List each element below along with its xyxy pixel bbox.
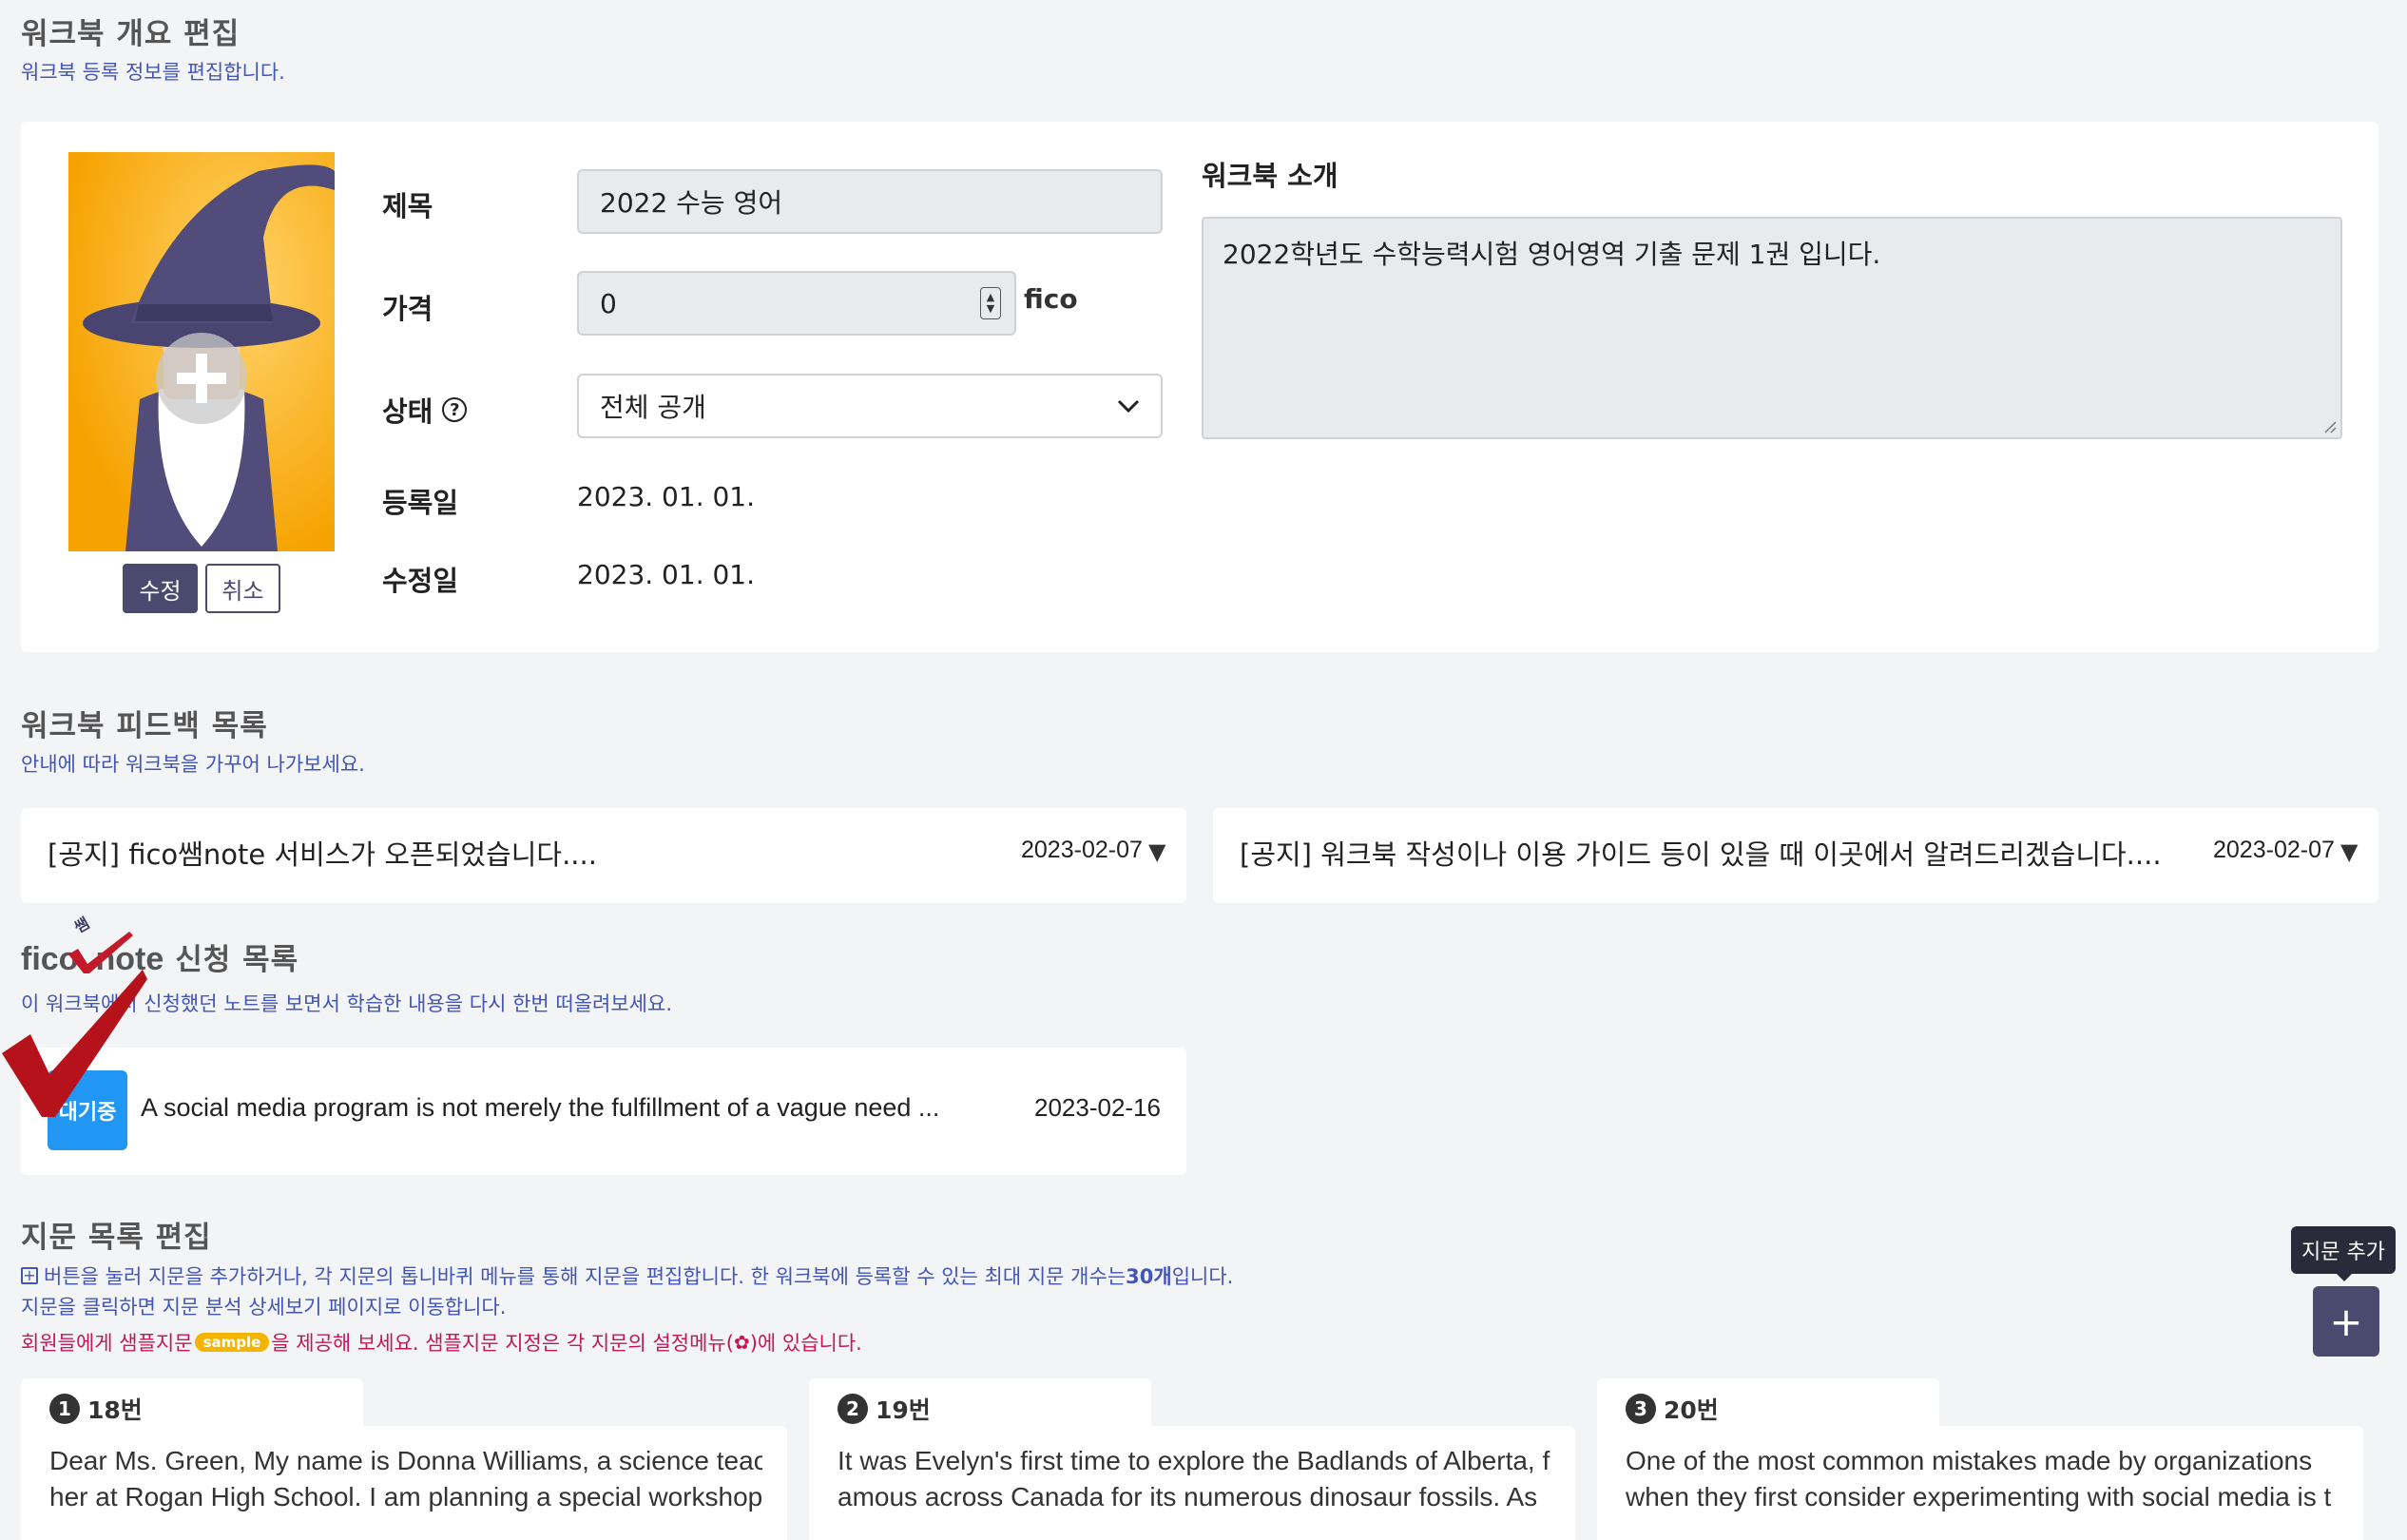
note-date: 2023-02-16 xyxy=(1034,1093,1161,1122)
registered-value: 2023. 01. 01. xyxy=(577,481,756,512)
passage-line: amous across Canada for its numerous din… xyxy=(838,1482,1538,1511)
passages-desc-3: 회원들에게 샘플지문 sample 을 제공해 보세요. 샘플지문 지정은 각 … xyxy=(21,1328,862,1357)
edit-image-button[interactable]: 수정 xyxy=(123,564,198,613)
modified-label: 수정일 xyxy=(382,565,459,597)
resize-handle-icon[interactable] xyxy=(2321,418,2337,433)
title-input[interactable]: 2022 수능 영어 xyxy=(577,169,1163,234)
desc1-bold: 30개 xyxy=(1126,1265,1172,1288)
intro-textarea[interactable]: 2022학년도 수학능력시험 영어영역 기출 문제 1권 입니다. xyxy=(1202,217,2342,439)
passage-preview[interactable]: One of the most common mistakes made by … xyxy=(1626,1443,2339,1515)
modified-value: 2023. 01. 01. xyxy=(577,559,756,590)
number-circle-icon: 1 xyxy=(49,1394,80,1424)
overview-title: 워크북 개요 편집 xyxy=(21,17,241,51)
passages-desc-1: + 버튼을 눌러 지문을 추가하거나, 각 지문의 톱니바퀴 메뉴를 통해 지문… xyxy=(21,1261,1233,1290)
expand-triangle-icon[interactable]: ▼ xyxy=(2340,838,2358,865)
passages-title: 지문 목록 편집 xyxy=(21,1221,212,1255)
passages-desc-2: 지문을 클릭하면 지문 분석 상세보기 페이지로 이동합니다. xyxy=(21,1296,507,1319)
passage-line: One of the most common mistakes made by … xyxy=(1626,1446,2313,1475)
note-item[interactable]: 대기중 A social media program is not merely… xyxy=(21,1048,1186,1175)
passage-line: It was Evelyn's first time to explore th… xyxy=(838,1446,1550,1475)
status-select[interactable]: 전체 공개 xyxy=(577,374,1163,438)
price-input[interactable]: 0 ▲ ▼ xyxy=(577,271,1016,336)
passage-preview[interactable]: Dear Ms. Green, My name is Donna William… xyxy=(49,1443,762,1515)
tooltip-arrow xyxy=(2337,1274,2352,1281)
chevron-down-icon xyxy=(1117,399,1140,414)
price-label: 가격 xyxy=(382,293,433,325)
number-circle-icon: 3 xyxy=(1626,1394,1656,1424)
registered-label: 등록일 xyxy=(382,487,459,519)
feedback-title: 워크북 피드백 목록 xyxy=(21,709,268,743)
note-text: A social media program is not merely the… xyxy=(141,1093,940,1122)
desc3-post: )에 있습니다. xyxy=(749,1332,862,1355)
price-value: 0 xyxy=(600,287,617,319)
passage-number: 20번 xyxy=(1664,1396,1719,1424)
sample-badge: sample xyxy=(194,1333,270,1352)
wizard-illustration xyxy=(68,152,335,551)
number-circle-icon: 2 xyxy=(838,1394,868,1424)
gear-icon: ✿ xyxy=(733,1331,750,1354)
desc3-text: 회원들에게 샘플지문 xyxy=(21,1332,193,1355)
passage-line: her at Rogan High School. I am planning … xyxy=(49,1482,762,1511)
intro-text: 2022학년도 수학능력시험 영어영역 기출 문제 1권 입니다. xyxy=(1223,239,1881,270)
desc1-post: 입니다. xyxy=(1171,1265,1234,1288)
passage-number: 19번 xyxy=(876,1396,931,1424)
feedback-date: 2023-02-07 xyxy=(1021,837,1143,863)
feedback-subtitle: 안내에 따라 워크북을 가꾸어 나가보세요. xyxy=(21,753,365,776)
passage-header: 2 19번 xyxy=(838,1392,931,1426)
desc3-mid: 을 제공해 보세요. 샘플지문 지정은 각 지문의 설정메뉴( xyxy=(271,1332,734,1355)
add-passage-tooltip: 지문 추가 xyxy=(2291,1226,2396,1274)
feedback-date: 2023-02-07 xyxy=(2213,837,2335,863)
passage-preview[interactable]: It was Evelyn's first time to explore th… xyxy=(838,1443,1550,1515)
passage-header: 3 20번 xyxy=(1626,1392,1719,1426)
intro-label: 워크북 소개 xyxy=(1202,160,1338,192)
overview-subtitle: 워크북 등록 정보를 편집합니다. xyxy=(21,61,285,84)
add-passage-button[interactable]: + xyxy=(2313,1286,2379,1357)
title-label: 제목 xyxy=(382,190,433,222)
passage-header: 1 18번 xyxy=(49,1392,143,1426)
feedback-item[interactable]: [공지] fico쌤note 서비스가 오픈되었습니다.... 2023-02-… xyxy=(21,808,1186,903)
price-unit: fico xyxy=(1024,283,1078,315)
passage-line: Dear Ms. Green, My name is Donna William… xyxy=(49,1446,762,1475)
cancel-image-button[interactable]: 취소 xyxy=(205,564,280,613)
feedback-text: [공지] 워크북 작성이나 이용 가이드 등이 있을 때 이곳에서 알려드리겠습… xyxy=(1240,838,2162,871)
desc1-text: 버튼을 눌러 지문을 추가하거나, 각 지문의 톱니바퀴 메뉴를 통해 지문을 … xyxy=(44,1265,1126,1288)
feedback-text: [공지] fico쌤note 서비스가 오픈되었습니다.... xyxy=(48,838,597,871)
spinner-icon[interactable]: ▲ ▼ xyxy=(980,287,1001,319)
status-label-row: 상태 ? xyxy=(382,390,468,430)
help-icon[interactable]: ? xyxy=(442,397,468,422)
small-check-mark-icon xyxy=(68,932,133,973)
cover-image[interactable] xyxy=(68,152,335,551)
plus-square-icon: + xyxy=(21,1267,38,1284)
status-value: 전체 공개 xyxy=(600,392,706,423)
passage-line: when they first consider experimenting w… xyxy=(1626,1482,2332,1511)
feedback-item[interactable]: [공지] 워크북 작성이나 이용 가이드 등이 있을 때 이곳에서 알려드리겠습… xyxy=(1213,808,2378,903)
expand-triangle-icon[interactable]: ▼ xyxy=(1148,838,1165,865)
status-label: 상태 xyxy=(382,395,433,428)
passage-number: 18번 xyxy=(87,1396,143,1424)
note-title-suffix: 신청 목록 xyxy=(175,943,299,977)
